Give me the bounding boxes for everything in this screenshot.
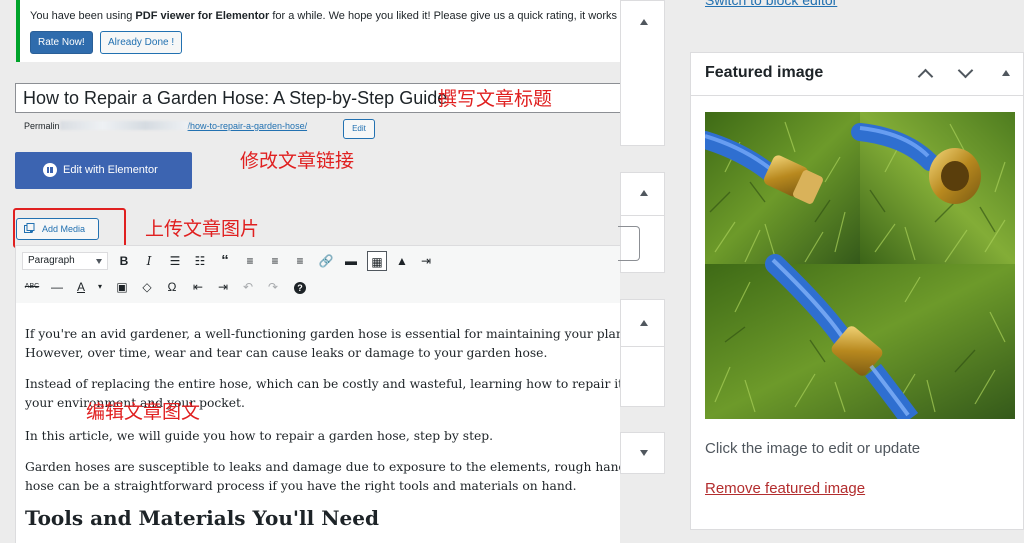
notice-text-end: for a while. We hope you liked it! Pleas…	[269, 10, 620, 22]
elementor-icon	[43, 163, 57, 177]
text-color-icon[interactable]: A	[71, 277, 91, 297]
featured-image-panel: Featured image Click the image to edit o…	[690, 52, 1024, 530]
toggle-up-icon[interactable]	[640, 190, 648, 196]
permalink-edit-button[interactable]: Edit	[343, 119, 375, 139]
featured-image-hint: Click the image to edit or update	[705, 440, 921, 457]
special-character-icon[interactable]: Ω	[162, 277, 182, 297]
switch-editor-link[interactable]: Switch to block editor	[705, 0, 837, 8]
elementor-button-label: Edit with Elementor	[63, 164, 158, 176]
media-icon	[24, 223, 35, 233]
rating-notice: You have been using PDF viewer for Eleme…	[16, 0, 620, 62]
already-done-button[interactable]: Already Done !	[100, 31, 183, 54]
annotation-title: 撰写文章标题	[438, 88, 553, 110]
content-heading: Tools and Materials You'll Need	[25, 506, 379, 530]
annotation-content: 编辑文章图文	[86, 401, 201, 423]
edit-with-elementor-button[interactable]: Edit with Elementor	[15, 152, 192, 189]
featured-image-title: Featured image	[705, 64, 824, 81]
distraction-free-icon[interactable]: ⇥	[416, 251, 436, 271]
metabox-categories	[620, 299, 665, 407]
editor-toolbar: Paragraph B I ☰ ☷ “ ≡ ≡ ≡ 🔗 ▬ ▦ ▲ ⇥ ABC …	[15, 245, 620, 303]
permalink-label: Permalin	[24, 121, 60, 131]
metabox-divider	[621, 346, 664, 347]
fullscreen-icon[interactable]: ▲	[392, 251, 412, 271]
redo-icon[interactable]: ↷	[263, 277, 283, 297]
clear-formatting-icon[interactable]: ◇	[137, 277, 157, 297]
outdent-icon[interactable]: ⇤	[188, 277, 208, 297]
remove-featured-image-link[interactable]: Remove featured image	[705, 480, 865, 497]
toggle-up-icon[interactable]	[1002, 70, 1010, 76]
format-select-value: Paragraph	[28, 255, 75, 266]
horizontal-line-icon[interactable]: —	[47, 277, 67, 297]
permalink-url[interactable]: /how-to-repair-a-garden-hose/	[188, 121, 308, 131]
notice-text: You have been using PDF viewer for Eleme…	[30, 10, 620, 22]
metabox-tags	[620, 432, 665, 474]
text-color-dropdown-icon[interactable]: ▾	[90, 277, 110, 297]
format-select[interactable]: Paragraph	[22, 252, 108, 270]
content-paragraph-2a: Instead of replacing the entire hose, wh…	[25, 377, 620, 391]
rate-now-button[interactable]: Rate Now!	[30, 31, 93, 54]
move-down-icon[interactable]	[957, 62, 974, 79]
move-up-icon[interactable]	[917, 68, 934, 85]
content-paragraph-1a: If you're an avid gardener, a well-funct…	[25, 327, 620, 341]
numbered-list-icon[interactable]: ☷	[190, 251, 210, 271]
toolbar-toggle-icon[interactable]: ▦	[367, 251, 387, 271]
blockquote-icon[interactable]: “	[215, 251, 235, 271]
add-media-label: Add Media	[42, 224, 86, 234]
indent-icon[interactable]: ⇥	[213, 277, 233, 297]
featured-image-thumbnail[interactable]	[705, 112, 1015, 419]
featured-image-header: Featured image	[691, 53, 1023, 96]
italic-icon[interactable]: I	[139, 251, 159, 271]
garden-hose-image	[705, 112, 1015, 419]
link-icon[interactable]: 🔗	[316, 251, 336, 271]
align-left-icon[interactable]: ≡	[240, 251, 260, 271]
add-media-button[interactable]: Add Media	[16, 218, 99, 240]
undo-icon[interactable]: ↶	[238, 277, 258, 297]
metabox-divider	[621, 215, 664, 216]
notice-text-start: You have been using	[30, 10, 136, 22]
metabox-publish	[620, 0, 665, 146]
paste-text-icon[interactable]: ▣	[112, 277, 132, 297]
notice-plugin-name: PDF viewer for Elementor	[135, 10, 270, 22]
align-center-icon[interactable]: ≡	[265, 251, 285, 271]
metabox-field[interactable]	[618, 226, 640, 261]
metabox-format	[618, 172, 665, 273]
toggle-down-icon[interactable]	[640, 450, 648, 456]
chevron-down-icon	[96, 259, 102, 264]
bold-icon[interactable]: B	[114, 251, 134, 271]
bullet-list-icon[interactable]: ☰	[165, 251, 185, 271]
strikethrough-icon[interactable]: ABC	[22, 277, 42, 297]
annotation-link: 修改文章链接	[240, 150, 355, 172]
align-right-icon[interactable]: ≡	[290, 251, 310, 271]
permalink: Permalin/how-to-repair-a-garden-hose/	[24, 121, 307, 131]
permalink-redacted	[59, 121, 188, 130]
toggle-up-icon[interactable]	[640, 19, 648, 25]
content-paragraph-4a: Garden hoses are susceptible to leaks an…	[25, 460, 620, 474]
annotation-media: 上传文章图片	[145, 218, 260, 240]
read-more-icon[interactable]: ▬	[341, 251, 361, 271]
toggle-up-icon[interactable]	[640, 320, 648, 326]
help-icon[interactable]: ?	[290, 277, 310, 297]
content-paragraph-3: In this article, we will guide you how t…	[25, 429, 494, 443]
content-paragraph-4b: hose can be a straightforward process if…	[25, 479, 577, 493]
content-paragraph-1b: However, over time, wear and tear can ca…	[25, 346, 548, 360]
